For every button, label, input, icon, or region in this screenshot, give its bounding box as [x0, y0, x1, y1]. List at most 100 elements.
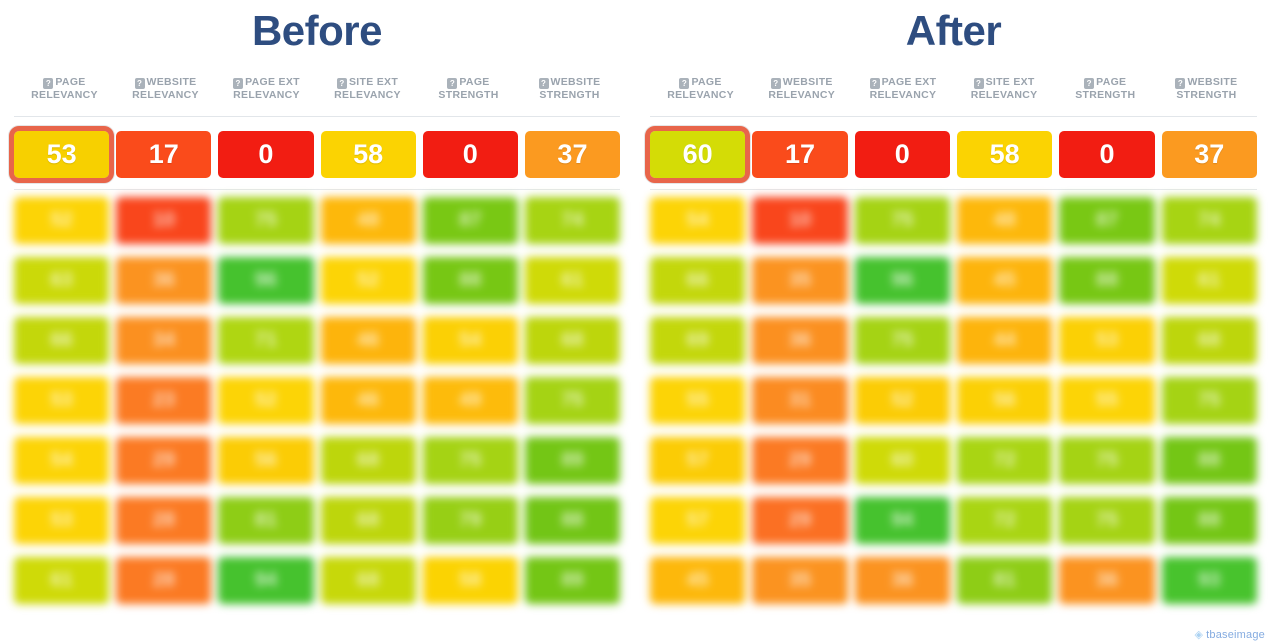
- grid-cell[interactable]: 87: [422, 197, 518, 244]
- grid-cell[interactable]: 72: [956, 437, 1053, 484]
- grid-cell[interactable]: 10: [116, 197, 212, 244]
- grid-cell[interactable]: 61: [1161, 257, 1257, 304]
- grid-cell[interactable]: 31: [752, 377, 848, 424]
- grid-cell[interactable]: 74: [1161, 197, 1257, 244]
- grid-cell[interactable]: 96: [218, 257, 314, 304]
- grid-cell[interactable]: 75: [1059, 497, 1155, 544]
- score-cell-page-strength[interactable]: 0: [422, 130, 518, 178]
- grid-cell[interactable]: 81: [956, 557, 1053, 604]
- grid-cell[interactable]: 48: [956, 197, 1053, 244]
- grid-cell[interactable]: 68: [320, 437, 416, 484]
- grid-cell[interactable]: 68: [320, 557, 416, 604]
- grid-cell[interactable]: 45: [650, 557, 746, 604]
- grid-cell[interactable]: 58: [422, 557, 518, 604]
- help-icon[interactable]: ?: [973, 78, 984, 89]
- grid-cell[interactable]: 46: [320, 377, 416, 424]
- score-cell-website-strength[interactable]: 37: [1161, 130, 1257, 178]
- grid-cell[interactable]: 88: [524, 497, 621, 544]
- grid-cell[interactable]: 88: [1161, 497, 1257, 544]
- score-cell-website-relevancy[interactable]: 17: [752, 130, 848, 178]
- grid-cell[interactable]: 52: [320, 257, 416, 304]
- grid-cell[interactable]: 36: [1059, 557, 1155, 604]
- score-cell-website-strength[interactable]: 37: [524, 130, 621, 178]
- grid-cell[interactable]: 66: [14, 317, 110, 364]
- grid-cell[interactable]: 36: [116, 257, 212, 304]
- grid-cell[interactable]: 55: [650, 377, 746, 424]
- score-cell-site-ext-relevancy[interactable]: 58: [320, 130, 416, 178]
- grid-cell[interactable]: 36: [854, 557, 950, 604]
- score-cell-page-strength[interactable]: 0: [1059, 130, 1155, 178]
- grid-cell[interactable]: 66: [650, 257, 746, 304]
- grid-cell[interactable]: 54: [422, 317, 518, 364]
- grid-cell[interactable]: 88: [422, 257, 518, 304]
- grid-cell[interactable]: 61: [14, 557, 110, 604]
- grid-cell[interactable]: 88: [1059, 257, 1155, 304]
- score-cell-page-relevancy[interactable]: 53: [8, 125, 115, 183]
- grid-cell[interactable]: 75: [524, 377, 621, 424]
- grid-cell[interactable]: 53: [1059, 317, 1155, 364]
- help-icon[interactable]: ?: [447, 78, 458, 89]
- grid-cell[interactable]: 69: [650, 317, 746, 364]
- grid-cell[interactable]: 45: [956, 257, 1053, 304]
- grid-cell[interactable]: 53: [14, 377, 110, 424]
- grid-cell[interactable]: 36: [752, 317, 848, 364]
- grid-cell[interactable]: 88: [1161, 437, 1257, 484]
- grid-cell[interactable]: 29: [116, 437, 212, 484]
- grid-cell[interactable]: 52: [854, 377, 950, 424]
- grid-cell[interactable]: 35: [752, 257, 848, 304]
- grid-cell[interactable]: 34: [116, 317, 212, 364]
- grid-cell[interactable]: 52: [14, 197, 110, 244]
- grid-cell[interactable]: 57: [650, 497, 746, 544]
- grid-cell[interactable]: 93: [1161, 557, 1257, 604]
- grid-cell[interactable]: 71: [218, 317, 314, 364]
- help-icon[interactable]: ?: [538, 78, 549, 89]
- grid-cell[interactable]: 54: [650, 197, 746, 244]
- grid-cell[interactable]: 68: [524, 317, 621, 364]
- grid-cell[interactable]: 46: [320, 317, 416, 364]
- grid-cell[interactable]: 68: [1161, 317, 1257, 364]
- grid-cell[interactable]: 35: [752, 557, 848, 604]
- grid-cell[interactable]: 74: [524, 197, 621, 244]
- score-cell-page-ext-relevancy[interactable]: 0: [854, 130, 950, 178]
- grid-cell[interactable]: 81: [218, 497, 314, 544]
- help-icon[interactable]: ?: [1175, 78, 1186, 89]
- grid-cell[interactable]: 72: [956, 497, 1053, 544]
- grid-cell[interactable]: 53: [14, 497, 110, 544]
- grid-cell[interactable]: 94: [218, 557, 314, 604]
- help-icon[interactable]: ?: [1084, 78, 1095, 89]
- grid-cell[interactable]: 49: [422, 377, 518, 424]
- grid-cell[interactable]: 23: [116, 377, 212, 424]
- score-cell-page-ext-relevancy[interactable]: 0: [218, 130, 314, 178]
- grid-cell[interactable]: 29: [752, 497, 848, 544]
- grid-cell[interactable]: 75: [854, 317, 950, 364]
- grid-cell[interactable]: 57: [650, 437, 746, 484]
- grid-cell[interactable]: 63: [14, 257, 110, 304]
- score-cell-page-relevancy[interactable]: 60: [644, 125, 751, 183]
- grid-cell[interactable]: 52: [218, 377, 314, 424]
- grid-cell[interactable]: 96: [854, 257, 950, 304]
- grid-cell[interactable]: 75: [422, 437, 518, 484]
- grid-cell[interactable]: 75: [1161, 377, 1257, 424]
- help-icon[interactable]: ?: [134, 78, 145, 89]
- grid-cell[interactable]: 56: [956, 377, 1053, 424]
- grid-cell[interactable]: 87: [1059, 197, 1155, 244]
- grid-cell[interactable]: 75: [1059, 437, 1155, 484]
- help-icon[interactable]: ?: [43, 78, 54, 89]
- grid-cell[interactable]: 28: [116, 557, 212, 604]
- score-cell-site-ext-relevancy[interactable]: 58: [956, 130, 1053, 178]
- grid-cell[interactable]: 44: [956, 317, 1053, 364]
- score-cell-website-relevancy[interactable]: 17: [116, 130, 212, 178]
- grid-cell[interactable]: 79: [422, 497, 518, 544]
- grid-cell[interactable]: 48: [320, 197, 416, 244]
- grid-cell[interactable]: 28: [116, 497, 212, 544]
- help-icon[interactable]: ?: [233, 78, 244, 89]
- grid-cell[interactable]: 56: [218, 437, 314, 484]
- help-icon[interactable]: ?: [869, 78, 880, 89]
- grid-cell[interactable]: 75: [218, 197, 314, 244]
- grid-cell[interactable]: 89: [524, 437, 621, 484]
- grid-cell[interactable]: 89: [524, 557, 621, 604]
- grid-cell[interactable]: 75: [854, 197, 950, 244]
- help-icon[interactable]: ?: [770, 78, 781, 89]
- grid-cell[interactable]: 60: [854, 437, 950, 484]
- help-icon[interactable]: ?: [679, 78, 690, 89]
